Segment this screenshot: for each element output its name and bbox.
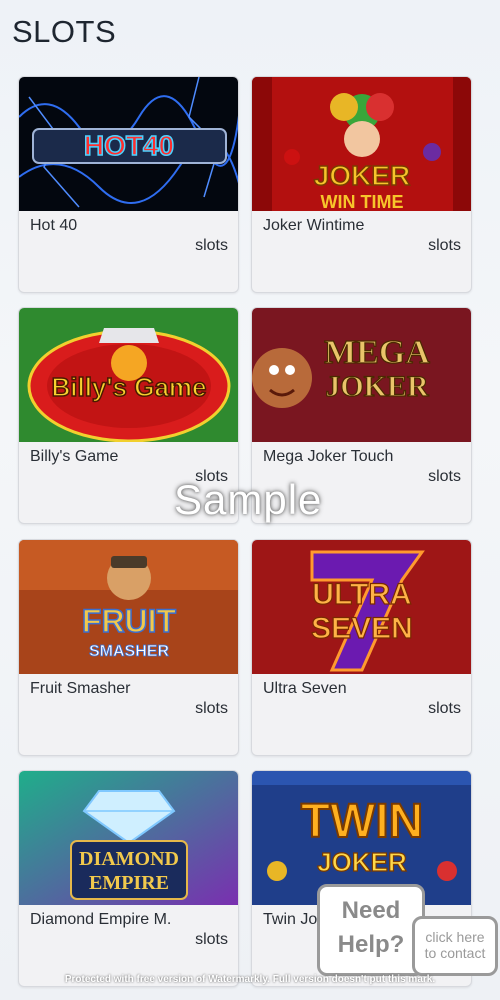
contact-label-line1: click here [425,929,485,945]
game-thumbnail: DIAMOND EMPIRE [19,771,238,905]
svg-text:SEVEN: SEVEN [311,612,413,645]
game-category: slots [428,468,461,485]
game-thumbnail: Billy's Game [19,308,238,442]
watermark-notice: Protected with free version of Watermark… [64,974,436,985]
game-name: Hot 40 [30,217,78,234]
need-help-button[interactable]: Need Help? [317,884,425,976]
game-card-diamond-empire[interactable]: DIAMOND EMPIRE Diamond Empire M. slots [18,770,239,987]
svg-text:FRUIT: FRUIT [82,603,177,639]
game-category: slots [195,700,228,717]
help-label-line2: Help? [337,931,405,958]
game-card-joker-wintime[interactable]: JOKER WIN TIME Joker Wintime slots [251,76,472,293]
contact-button[interactable]: click here to contact [412,916,498,976]
game-category: slots [428,237,461,254]
game-thumbnail: JOKER WIN TIME [252,77,471,211]
game-category: slots [428,700,461,717]
svg-text:WIN TIME: WIN TIME [321,192,404,211]
game-category: slots [195,237,228,254]
svg-text:MEGA: MEGA [324,334,430,371]
game-thumbnail: ULTRA SEVEN [252,540,471,674]
game-thumbnail: HOT40 [19,77,238,211]
sample-watermark: Sample [174,476,323,523]
svg-text:TWIN: TWIN [301,795,424,848]
game-name: Ultra Seven [263,680,347,697]
game-name: Twin Jok [263,911,326,928]
game-name: Joker Wintime [263,217,365,234]
svg-text:DIAMOND: DIAMOND [79,848,179,870]
svg-text:JOKER: JOKER [325,370,429,403]
game-name: Diamond Empire M. [30,911,172,928]
page-title: SLOTS [12,14,117,49]
svg-text:SMASHER: SMASHER [89,643,169,660]
game-thumbnail: MEGA JOKER [252,308,471,442]
game-name: Mega Joker Touch [263,448,394,465]
svg-text:EMPIRE: EMPIRE [89,872,169,894]
game-card-hot-40[interactable]: HOT40 Hot 40 slots [18,76,239,293]
contact-label-line2: to contact [424,945,486,961]
game-name: Fruit Smasher [30,680,131,697]
svg-text:JOKER: JOKER [314,160,410,191]
game-category: slots [195,931,228,948]
game-thumbnail: FRUIT SMASHER [19,540,238,674]
svg-text:HOT40: HOT40 [84,130,174,161]
svg-text:Billy's Game: Billy's Game [51,372,206,402]
game-name: Billy's Game [30,448,119,465]
game-card-fruit-smasher[interactable]: FRUIT SMASHER Fruit Smasher slots [18,539,239,756]
help-label-line1: Need [341,897,401,924]
game-card-ultra-seven[interactable]: ULTRA SEVEN Ultra Seven slots [251,539,472,756]
svg-text:ULTRA: ULTRA [312,578,411,611]
svg-text:JOKER: JOKER [317,847,407,877]
